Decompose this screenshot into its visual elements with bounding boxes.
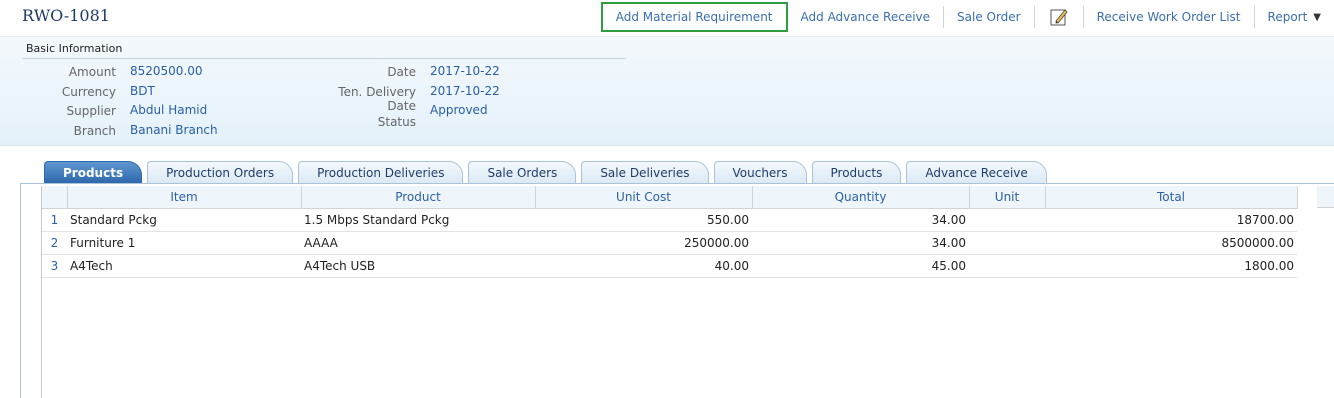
basic-info-panel: Basic Information Amount 8520500.00 Curr…	[0, 36, 1334, 146]
edit-button[interactable]	[1035, 2, 1083, 32]
cell-unit	[969, 254, 1045, 278]
column-header-item[interactable]: Item	[67, 186, 302, 209]
tab-sale-deliveries[interactable]: Sale Deliveries	[581, 161, 709, 183]
cell-item: Standard Pckg	[67, 208, 301, 232]
add-material-requirement-button[interactable]: Add Material Requirement	[600, 2, 788, 32]
tab-products[interactable]: Products	[44, 161, 143, 183]
amount-value: 8520500.00	[130, 64, 203, 78]
cell-total: 18700.00	[1045, 208, 1297, 232]
column-header-product[interactable]: Product	[301, 186, 536, 209]
cell-quantity: 45.00	[752, 254, 969, 278]
table-row[interactable]: 3 A4Tech A4Tech USB 40.00 45.00 1800.00	[42, 254, 1297, 278]
column-header-unit-cost[interactable]: Unit Cost	[535, 186, 753, 209]
column-header-total[interactable]: Total	[1045, 186, 1298, 209]
cell-item: A4Tech	[67, 254, 301, 278]
tab-bar: Products Production Orders Production De…	[44, 161, 1052, 183]
currency-value: BDT	[130, 84, 155, 98]
column-header-quantity[interactable]: Quantity	[752, 186, 970, 209]
branch-label: Branch	[73, 124, 116, 138]
tab-production-deliveries[interactable]: Production Deliveries	[298, 161, 464, 183]
status-value: Approved	[430, 103, 488, 117]
add-advance-receive-button[interactable]: Add Advance Receive	[788, 2, 944, 32]
currency-label: Currency	[61, 85, 116, 99]
products-grid: Item Product Unit Cost Quantity Unit Tot…	[41, 186, 1334, 398]
table-header-row: Item Product Unit Cost Quantity Unit Tot…	[42, 186, 1298, 209]
cell-product: A4Tech USB	[301, 254, 535, 278]
column-header-unit[interactable]: Unit	[969, 186, 1046, 209]
table-row[interactable]: 2 Furniture 1 AAAA 250000.00 34.00 85000…	[42, 231, 1297, 255]
supplier-label: Supplier	[66, 104, 116, 118]
row-number-header	[42, 186, 68, 209]
cell-unit-cost: 40.00	[535, 254, 752, 278]
cell-total: 8500000.00	[1045, 231, 1297, 255]
edit-pencil-icon	[1050, 9, 1068, 26]
cell-unit-cost: 250000.00	[535, 231, 752, 255]
cell-product: 1.5 Mbps Standard Pckg	[301, 208, 535, 232]
ten-delivery-value: 2017-10-22	[430, 84, 500, 98]
branch-value: Banani Branch	[130, 123, 218, 137]
row-number: 1	[42, 208, 67, 232]
receive-work-order-list-button[interactable]: Receive Work Order List	[1084, 2, 1254, 32]
row-number: 2	[42, 231, 67, 255]
report-menu-button[interactable]: Report ▼	[1255, 2, 1334, 32]
tab-production-orders[interactable]: Production Orders	[147, 161, 294, 183]
cell-product: AAAA	[301, 231, 535, 255]
cell-quantity: 34.00	[752, 231, 969, 255]
cell-unit	[969, 231, 1045, 255]
cell-unit	[969, 208, 1045, 232]
cell-item: Furniture 1	[67, 231, 301, 255]
basic-info-heading: Basic Information	[26, 42, 123, 55]
products-table: Item Product Unit Cost Quantity Unit Tot…	[42, 186, 1298, 278]
tab-advance-receive[interactable]: Advance Receive	[906, 161, 1047, 183]
cell-quantity: 34.00	[752, 208, 969, 232]
amount-label: Amount	[68, 65, 116, 79]
header-bar: RWO-1081 Add Material Requirement Add Ad…	[0, 0, 1334, 34]
grid-header-filler	[1317, 186, 1334, 208]
report-label: Report	[1267, 10, 1308, 24]
table-row[interactable]: 1 Standard Pckg 1.5 Mbps Standard Pckg 5…	[42, 208, 1297, 232]
page-title: RWO-1081	[22, 6, 110, 25]
cell-unit-cost: 550.00	[535, 208, 752, 232]
tab-vouchers[interactable]: Vouchers	[713, 161, 807, 183]
ten-delivery-label: Ten. Delivery	[338, 85, 416, 99]
date-label: Date	[387, 65, 416, 79]
sale-order-button[interactable]: Sale Order	[944, 2, 1034, 32]
ten-delivery-date-label: Date	[387, 99, 416, 113]
toolbar: Add Material Requirement Add Advance Rec…	[600, 2, 1334, 32]
status-label: Status	[377, 115, 416, 129]
chevron-down-icon: ▼	[1313, 11, 1321, 23]
products-grid-panel: Item Product Unit Cost Quantity Unit Tot…	[20, 183, 1334, 398]
basic-info-divider	[22, 58, 626, 59]
supplier-value: Abdul Hamid	[130, 103, 208, 117]
date-value: 2017-10-22	[430, 64, 500, 78]
tab-products-2[interactable]: Products	[811, 161, 902, 183]
tab-sale-orders[interactable]: Sale Orders	[468, 161, 577, 183]
row-number: 3	[42, 254, 67, 278]
cell-total: 1800.00	[1045, 254, 1297, 278]
